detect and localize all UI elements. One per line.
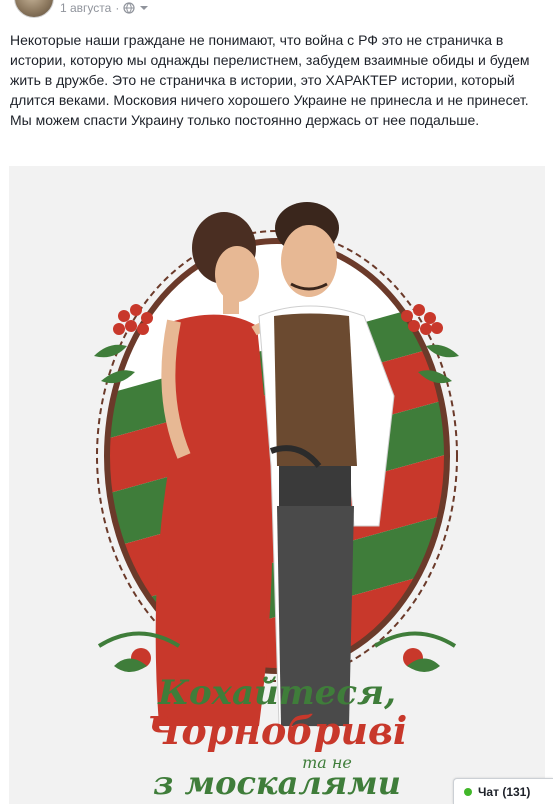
separator: · [115, 1, 120, 15]
avatar[interactable] [14, 0, 54, 18]
chevron-down-icon[interactable] [139, 3, 149, 13]
post-meta: 1 августа · [60, 1, 149, 15]
slogan-line1: Кохайтеся, [157, 673, 396, 713]
post-date[interactable]: 1 августа [60, 1, 111, 15]
globe-icon[interactable] [123, 2, 135, 14]
slogan-line2: Чорнобриві [147, 708, 408, 753]
illustration: Кохайтеся, Чорнобриві та не з москалями [9, 166, 545, 804]
post-text: Некоторые наши граждане не понимают, что… [10, 32, 530, 128]
slogan-line4: з москалями [153, 764, 401, 802]
online-status-icon [464, 787, 472, 796]
chat-button[interactable]: Чат (131) [453, 778, 553, 804]
chat-label: Чат (131) [478, 784, 531, 799]
post-header: 1 августа · [0, 0, 553, 18]
post-image[interactable]: Кохайтеся, Чорнобриві та не з москалями [9, 166, 545, 804]
